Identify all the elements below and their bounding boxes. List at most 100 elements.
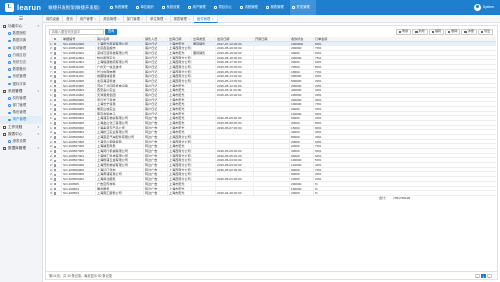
page-tab[interactable]: 首页 [63,15,77,23]
row-checkbox[interactable] [54,70,57,74]
page-tab[interactable]: 单位管理 × [147,15,171,23]
row-checkbox[interactable] [54,131,57,134]
column-header[interactable]: 出库日期 [168,37,192,41]
row-checkbox[interactable] [54,61,57,64]
row-checkbox[interactable] [54,80,57,83]
close-icon[interactable]: × [118,15,120,23]
row-checkbox[interactable] [54,103,57,106]
nav-item[interactable]: 项目办公 [212,0,238,15]
row-checkbox[interactable] [54,56,57,60]
row-checkbox[interactable] [54,126,57,130]
column-header[interactable]: 开票日期 [254,37,290,41]
nav-item[interactable]: 系统设置 [160,0,186,15]
search-button[interactable]: 查询 [105,29,117,35]
row-checkbox[interactable] [54,140,57,144]
sidebar-group[interactable]: 数据库管理 ▾ [0,145,42,152]
sidebar-item[interactable]: 部门管理 [0,102,42,109]
row-checkbox[interactable] [54,98,57,102]
row-checkbox[interactable] [54,145,57,148]
sidebar-item[interactable]: 区域管理 [0,45,42,52]
row-checkbox[interactable] [54,84,57,88]
row-checkbox[interactable] [54,47,57,50]
row-checkbox[interactable] [54,187,57,190]
column-header[interactable]: 订单金额 [314,37,496,41]
sidebar-item[interactable]: 用户管理 [0,116,42,124]
column-header[interactable]: 客户名称 [96,37,144,41]
nav-item[interactable]: 用户管理 [186,0,212,15]
page-tab[interactable]: 部门管理 × [124,15,148,23]
close-icon[interactable]: × [94,15,96,23]
sidebar-group[interactable]: 报表中心 ▾ [0,131,42,138]
row-checkbox[interactable] [54,89,57,92]
sidebar-item[interactable]: 报表设置 [0,138,42,145]
row-checkbox[interactable] [54,154,57,158]
row-checkbox[interactable] [54,136,57,139]
sidebar-item[interactable]: 图标字体 [0,81,42,88]
sidebar-group[interactable]: 功能中心 ▾ [0,23,42,30]
row-checkbox[interactable] [54,122,57,125]
close-icon[interactable]: × [212,15,214,23]
page-tab[interactable]: 角色管理 × [100,15,124,23]
row-checkbox[interactable] [54,94,57,97]
nav-item[interactable]: 报表管理 [264,0,290,15]
row-checkbox[interactable] [54,42,57,46]
nav-item[interactable]: 系统管理 [108,0,134,15]
page-button[interactable]: « [475,273,480,278]
page-button[interactable]: » [487,273,492,278]
column-header[interactable]: 收款状态 [290,37,314,41]
column-header[interactable]: 单据编号 [62,37,96,41]
sidebar-item[interactable]: 行政区划 [0,52,42,59]
sidebar-item[interactable]: 角色管理 [0,109,42,116]
row-checkbox[interactable] [54,75,57,78]
brand-logo[interactable]: L learun 敏捷开发框架(敏捷开发版) [5,3,100,12]
row-checkbox[interactable] [54,168,57,172]
row-checkbox[interactable] [54,159,57,162]
sidebar-item[interactable]: 系统管理 [0,73,42,80]
sidebar-group[interactable]: 系统管理 ▾ [0,88,42,95]
table-row[interactable]: 33SO-160503上海南汇服务公司阿达广告上海市阳光2016-04-30 0… [49,191,496,196]
nav-item[interactable]: 开发管理 [290,0,316,15]
page-tab[interactable]: 用户管理 × [77,15,101,23]
close-icon[interactable]: × [165,15,167,23]
row-checkbox[interactable] [54,52,57,55]
column-header[interactable] [53,37,62,41]
row-checkbox[interactable] [54,150,57,153]
sidebar-item[interactable]: 机构管理 [0,95,42,102]
nav-item[interactable]: 单位组织 [134,0,160,15]
sidebar-item[interactable]: 数据字典 [0,37,42,44]
page-tab[interactable]: 报表管理 × [171,15,195,23]
column-header[interactable]: 出库类型 [192,37,216,41]
sidebar-group[interactable]: 工作流程 ▾ [0,124,42,131]
table-cell: 上海闸北服务 [96,177,144,181]
column-header[interactable]: 发货日期 [216,37,254,41]
user-menu[interactable]: System [473,3,494,11]
sidebar-item[interactable]: 系统日志 [0,59,42,66]
toolbar-button[interactable]: 编辑 [428,29,444,35]
toolbar-button[interactable]: 导出 [477,29,493,35]
close-icon[interactable]: × [141,15,143,23]
row-checkbox[interactable] [54,182,57,186]
column-header[interactable]: 销售人员 [144,37,168,41]
toolbar-button[interactable]: 刷新 [396,29,412,35]
sidebar-item[interactable]: 数据授权 [0,30,42,37]
toolbar-button[interactable]: 删除 [445,29,461,35]
toolbar-button[interactable]: 详细 [461,29,477,35]
page-tab[interactable]: 我的桌面 [43,15,64,23]
close-icon[interactable]: × [188,15,190,23]
row-checkbox[interactable] [54,66,57,69]
row-checkbox[interactable] [54,108,57,111]
search-input[interactable] [49,29,104,35]
page-button[interactable]: 1 [481,273,486,278]
toolbar-button[interactable]: 新增 [412,29,428,35]
row-checkbox[interactable] [54,178,57,181]
page-tab[interactable]: 组件管理 × [194,15,218,23]
sidebar-item[interactable]: 数据备份 [0,66,42,73]
select-all-checkbox[interactable] [54,38,57,41]
row-checkbox[interactable] [54,112,57,116]
row-checkbox[interactable] [54,192,57,195]
row-checkbox[interactable] [54,117,57,120]
row-checkbox[interactable] [54,173,57,176]
row-checkbox[interactable] [54,164,57,167]
nav-item[interactable]: 流程管理 [238,0,264,15]
sidebar-toggle-icon[interactable]: ☰ [0,15,42,23]
